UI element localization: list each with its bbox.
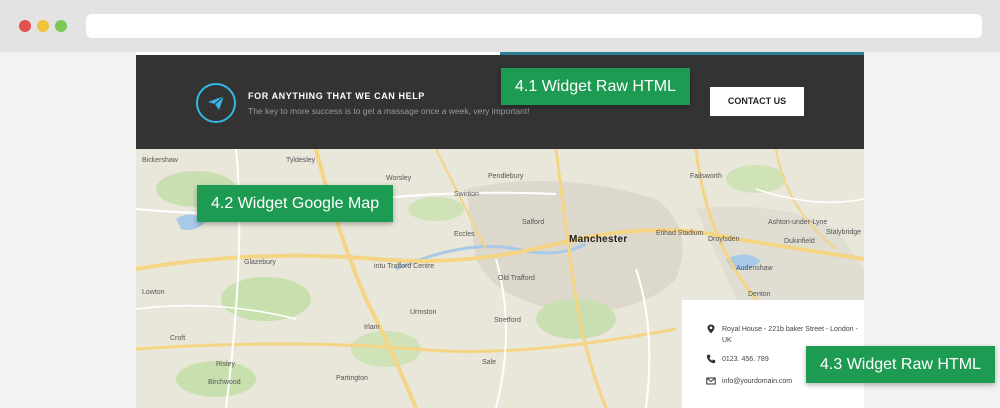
map-label: intu Trafford Centre [374, 263, 435, 270]
map-label: Tyldesley [286, 157, 316, 164]
map-label: Salford [522, 219, 545, 226]
envelope-icon [706, 377, 716, 385]
contact-us-button[interactable]: CONTACT US [710, 87, 804, 116]
annotation-badge-raw-html-1: 4.1 Widget Raw HTML [501, 68, 690, 105]
map-label: Eccles [454, 231, 475, 238]
maximize-window-button[interactable] [55, 20, 67, 32]
cta-title: FOR ANYTHING THAT WE CAN HELP [248, 91, 425, 101]
map-label: Old Trafford [498, 275, 535, 282]
map-label: Stretford [494, 317, 521, 324]
map-label: Sale [482, 359, 497, 366]
map-label: Partington [336, 375, 368, 382]
map-label: Stalybridge [826, 229, 862, 236]
map-label: Bickershaw [142, 157, 178, 164]
address-text: Royal House - 221b baker Street - London… [722, 326, 858, 344]
map-label: Glazebury [244, 259, 276, 266]
map-label: Risley [216, 361, 236, 368]
map-label: Audenshaw [736, 265, 773, 272]
annotation-badge-google-map: 4.2 Widget Google Map [197, 185, 394, 222]
map-label: Swinton [454, 191, 479, 198]
map-label: Failsworth [690, 173, 722, 180]
map-label: Ashton-under-Lyne [768, 219, 828, 226]
cta-subtitle: The key to more success is to get a mass… [248, 106, 530, 116]
web-page: FOR ANYTHING THAT WE CAN HELP The key to… [136, 52, 864, 408]
browser-titlebar [0, 0, 1000, 52]
minimize-window-button[interactable] [37, 20, 49, 32]
map-label: Etihad Stadium [656, 230, 704, 237]
cta-section: FOR ANYTHING THAT WE CAN HELP The key to… [136, 55, 864, 149]
address-bar[interactable] [86, 14, 982, 38]
annotation-badge-raw-html-2: 4.3 Widget Raw HTML [806, 346, 995, 383]
map-label: Worsley [386, 175, 412, 182]
map-label: Irlam [364, 324, 380, 331]
browser-viewport: FOR ANYTHING THAT WE CAN HELP The key to… [0, 52, 1000, 408]
close-window-button[interactable] [19, 20, 31, 32]
phone-icon [706, 354, 716, 364]
map-label: Dukinfield [784, 238, 815, 245]
location-pin-icon [707, 324, 715, 334]
map-label: Droylsden [708, 236, 740, 243]
map-label: Croft [170, 335, 186, 342]
map-label: Lowton [142, 289, 165, 296]
map-city-label: Manchester [569, 234, 628, 245]
browser-window: FOR ANYTHING THAT WE CAN HELP The key to… [0, 0, 1000, 408]
map-label: Pendlebury [488, 173, 524, 180]
map-label: Birchwood [208, 379, 241, 386]
map-label: Urmston [410, 309, 437, 316]
paper-plane-icon [196, 83, 236, 123]
map-label: Denton [748, 291, 771, 298]
